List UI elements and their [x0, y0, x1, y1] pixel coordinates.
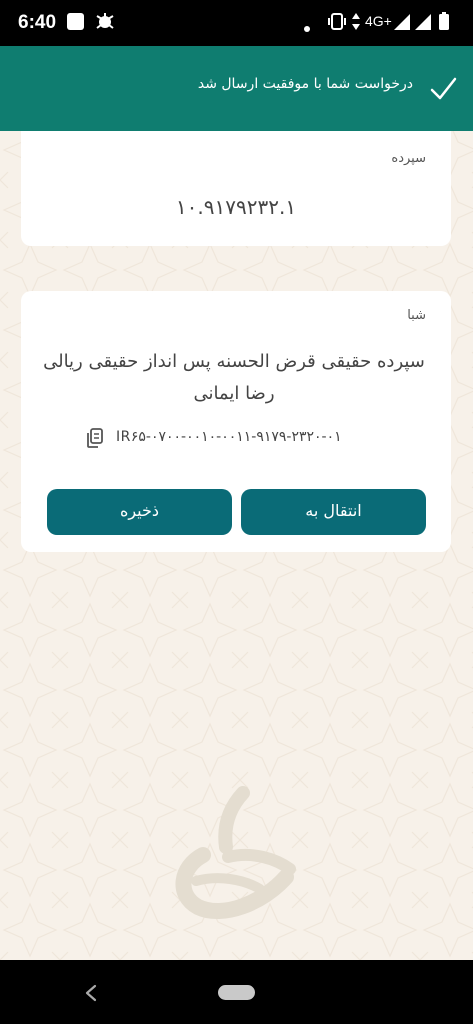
sheba-card: شبا سپرده حقیقی قرض الحسنه پس انداز حقیق… — [21, 291, 451, 552]
battery-icon — [438, 10, 450, 36]
transfer-to-button[interactable]: انتقال به — [241, 489, 426, 535]
deposit-card: سپرده ۱۰.۹۱۷۹۲۳۲.۱ — [21, 130, 451, 246]
network-type: 4G+ — [365, 13, 392, 29]
iban-number: IR۶۵-۰۷۰۰-۰۰۱۰-۰۰۱۱-۹۱۷۹-۲۳۲۰-۰۱ — [116, 429, 342, 445]
app-square-icon — [66, 10, 86, 36]
status-bar: 6:40 4G+ — [0, 0, 473, 46]
signal-icon — [393, 10, 411, 36]
data-arrows-icon — [351, 10, 361, 36]
status-time: 6:40 — [18, 12, 57, 33]
bank-logo-watermark — [175, 786, 296, 919]
copy-icon[interactable] — [85, 427, 105, 453]
back-icon[interactable] — [82, 982, 100, 1008]
deposit-number: ۱۰.۹۱۷۹۲۳۲.۱ — [175, 195, 297, 219]
navigation-bar — [0, 960, 473, 1024]
check-icon — [429, 75, 457, 107]
vibrate-icon — [327, 10, 347, 36]
dot-icon — [303, 18, 311, 37]
home-pill[interactable] — [218, 985, 255, 1000]
deposit-label: سپرده — [391, 151, 426, 166]
banner-message: درخواست شما با موفقیت ارسال شد — [197, 76, 413, 92]
success-banner: درخواست شما با موفقیت ارسال شد — [0, 46, 473, 131]
sheba-label: شبا — [407, 308, 426, 323]
settings-bug-icon — [94, 10, 116, 36]
save-button[interactable]: ذخیره — [47, 489, 232, 535]
signal-icon — [414, 10, 432, 36]
account-title: سپرده حقیقی قرض الحسنه پس انداز حقیقی ری… — [43, 351, 425, 404]
